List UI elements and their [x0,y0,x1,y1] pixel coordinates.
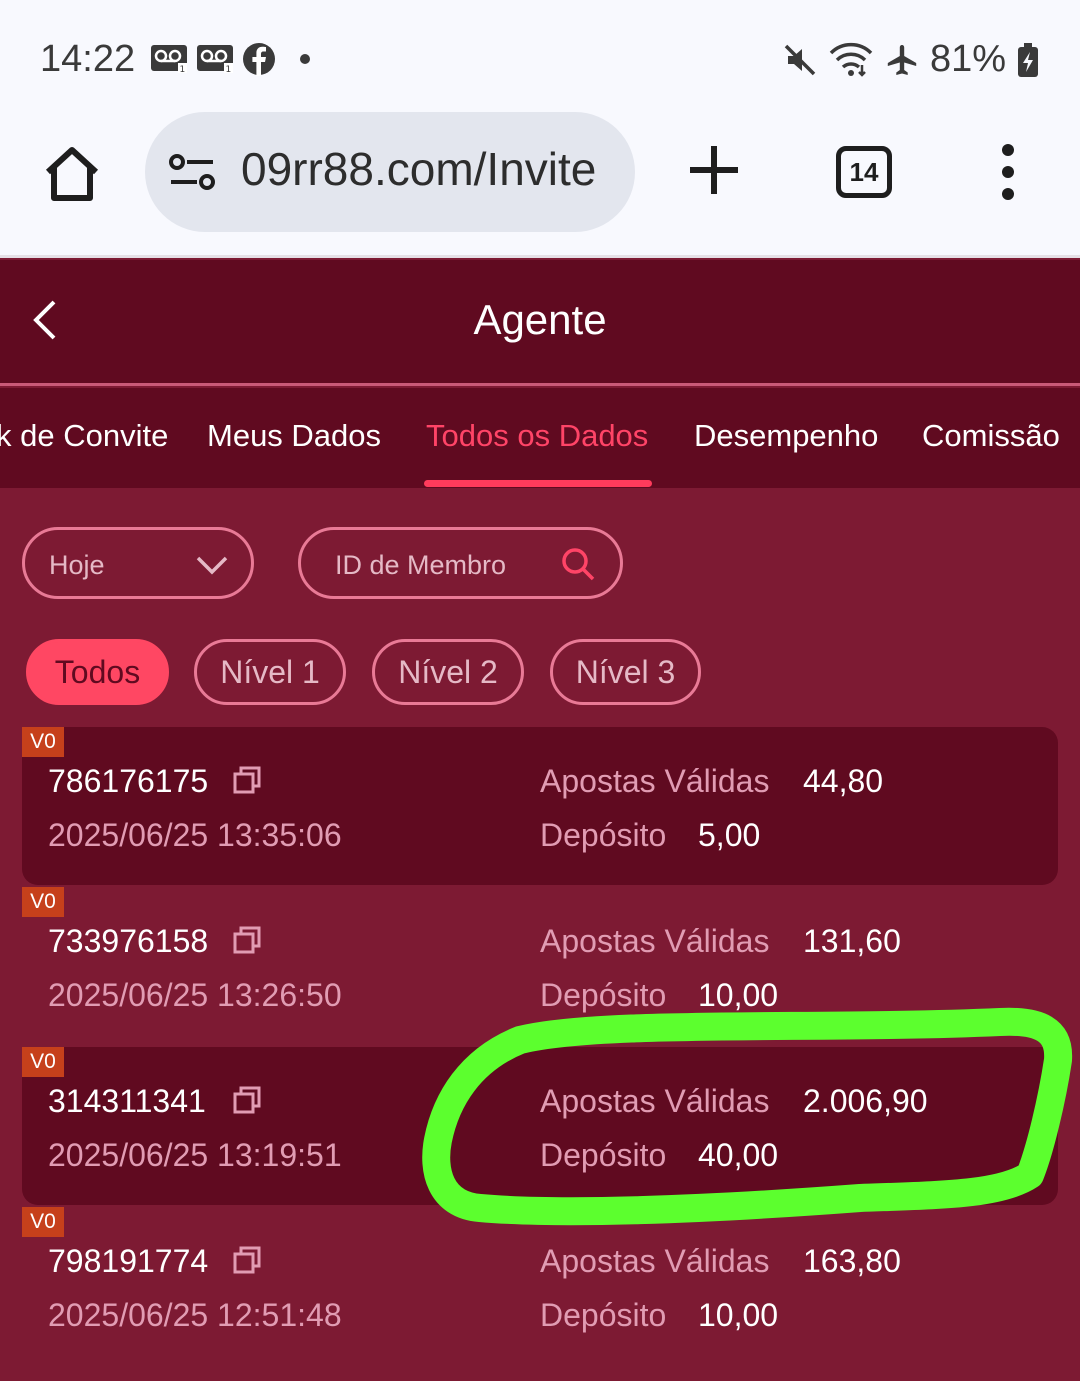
facebook-icon [243,43,275,76]
record-datetime: 2025/06/25 12:51:48 [48,1297,342,1333]
level-chip-2[interactable]: Nível 2 [372,639,524,705]
url-text[interactable]: 09rr88.com/Invite [241,142,613,196]
new-tab-icon[interactable] [686,142,742,198]
member-id: 314311341 [48,1083,206,1119]
deposit-label: Depósito [540,977,667,1013]
period-value: Hoje [49,550,105,580]
member-record: V0 733976158 2025/06/25 13:26:50 Apostas… [22,887,1058,1045]
member-record: V0 314311341 2025/06/25 13:19:51 Apostas… [22,1047,1058,1205]
more-vert-icon[interactable] [990,142,1026,202]
record-datetime: 2025/06/25 13:35:06 [48,817,342,853]
deposit-value: 10,00 [698,1297,779,1333]
deposit-value: 40,00 [698,1137,779,1173]
member-record: V0 786176175 2025/06/25 13:35:06 Apostas… [22,727,1058,885]
deposit-label: Depósito [540,1297,667,1333]
svg-text:1: 1 [180,65,186,74]
status-time: 14:22 [40,38,136,80]
member-record: V0 798191774 2025/06/25 12:51:48 Apostas… [22,1207,1058,1365]
vip-badge: V0 [22,1207,64,1237]
home-icon[interactable] [40,142,104,206]
deposit-label: Depósito [540,817,667,853]
chevron-down-icon [196,556,228,575]
deposit-value: 10,00 [698,977,779,1013]
deposit-label: Depósito [540,1137,667,1173]
address-bar[interactable]: 09rr88.com/Invite [145,112,635,232]
level-chip-3[interactable]: Nível 3 [550,639,701,705]
browser-toolbar: 09rr88.com/Invite 14 [0,112,1080,258]
period-select[interactable]: Hoje [22,527,254,599]
battery-charging-icon [1018,42,1038,77]
page-title: Agente [473,296,607,343]
copy-icon[interactable] [232,925,262,955]
app-header: Agente [0,260,1080,386]
valid-bets-label: Apostas Válidas [540,1083,770,1119]
member-id: 798191774 [48,1243,209,1279]
record-datetime: 2025/06/25 13:26:50 [48,977,342,1013]
vip-badge: V0 [22,727,64,757]
tab-all-data[interactable]: Todos os Dados [426,418,648,454]
active-tab-indicator [424,480,652,487]
member-id: 786176175 [48,763,209,799]
level-chip-all[interactable]: Todos [26,639,169,705]
tab-commission[interactable]: Comissão [922,418,1060,454]
valid-bets-label: Apostas Válidas [540,923,770,959]
valid-bets-value: 2.006,90 [803,1083,928,1119]
member-id-placeholder[interactable]: ID de Membro [335,550,506,581]
battery-percent: 81% [929,38,1006,80]
copy-icon[interactable] [232,1245,262,1275]
tab-performance[interactable]: Desempenho [694,418,878,454]
site-settings-icon[interactable] [167,152,217,192]
vip-badge: V0 [22,1047,64,1077]
system-icons: 81% [782,38,1040,81]
valid-bets-label: Apostas Válidas [540,1243,770,1279]
deposit-value: 5,00 [698,817,761,853]
tab-invite-link[interactable]: k de Convite [0,418,168,454]
airplane-icon [887,44,917,75]
tab-my-data[interactable]: Meus Dados [207,418,381,454]
svg-text:1: 1 [226,65,232,74]
member-id: 733976158 [48,923,209,959]
search-icon[interactable] [560,546,596,582]
valid-bets-value: 163,80 [803,1243,901,1279]
wifi-icon [829,42,873,77]
valid-bets-label: Apostas Válidas [540,763,770,799]
member-id-search[interactable]: ID de Membro [298,527,623,599]
mute-icon [784,44,816,75]
status-bar: 14:22 1 1 81% [0,0,1080,120]
copy-icon[interactable] [232,1085,262,1115]
valid-bets-value: 44,80 [803,763,884,799]
voicemail-icon: 1 [197,45,233,74]
voicemail-icon: 1 [151,45,187,74]
vip-badge: V0 [22,887,64,917]
tab-bar: k de Convite Meus Dados Todos os Dados D… [0,388,1080,488]
valid-bets-value: 131,60 [803,923,901,959]
notification-dot [300,54,310,64]
tab-switcher-button[interactable]: 14 [836,146,892,198]
record-datetime: 2025/06/25 13:19:51 [48,1137,342,1173]
level-chip-1[interactable]: Nível 1 [194,639,346,705]
copy-icon[interactable] [232,765,262,795]
notification-icons: 1 1 [150,42,310,76]
